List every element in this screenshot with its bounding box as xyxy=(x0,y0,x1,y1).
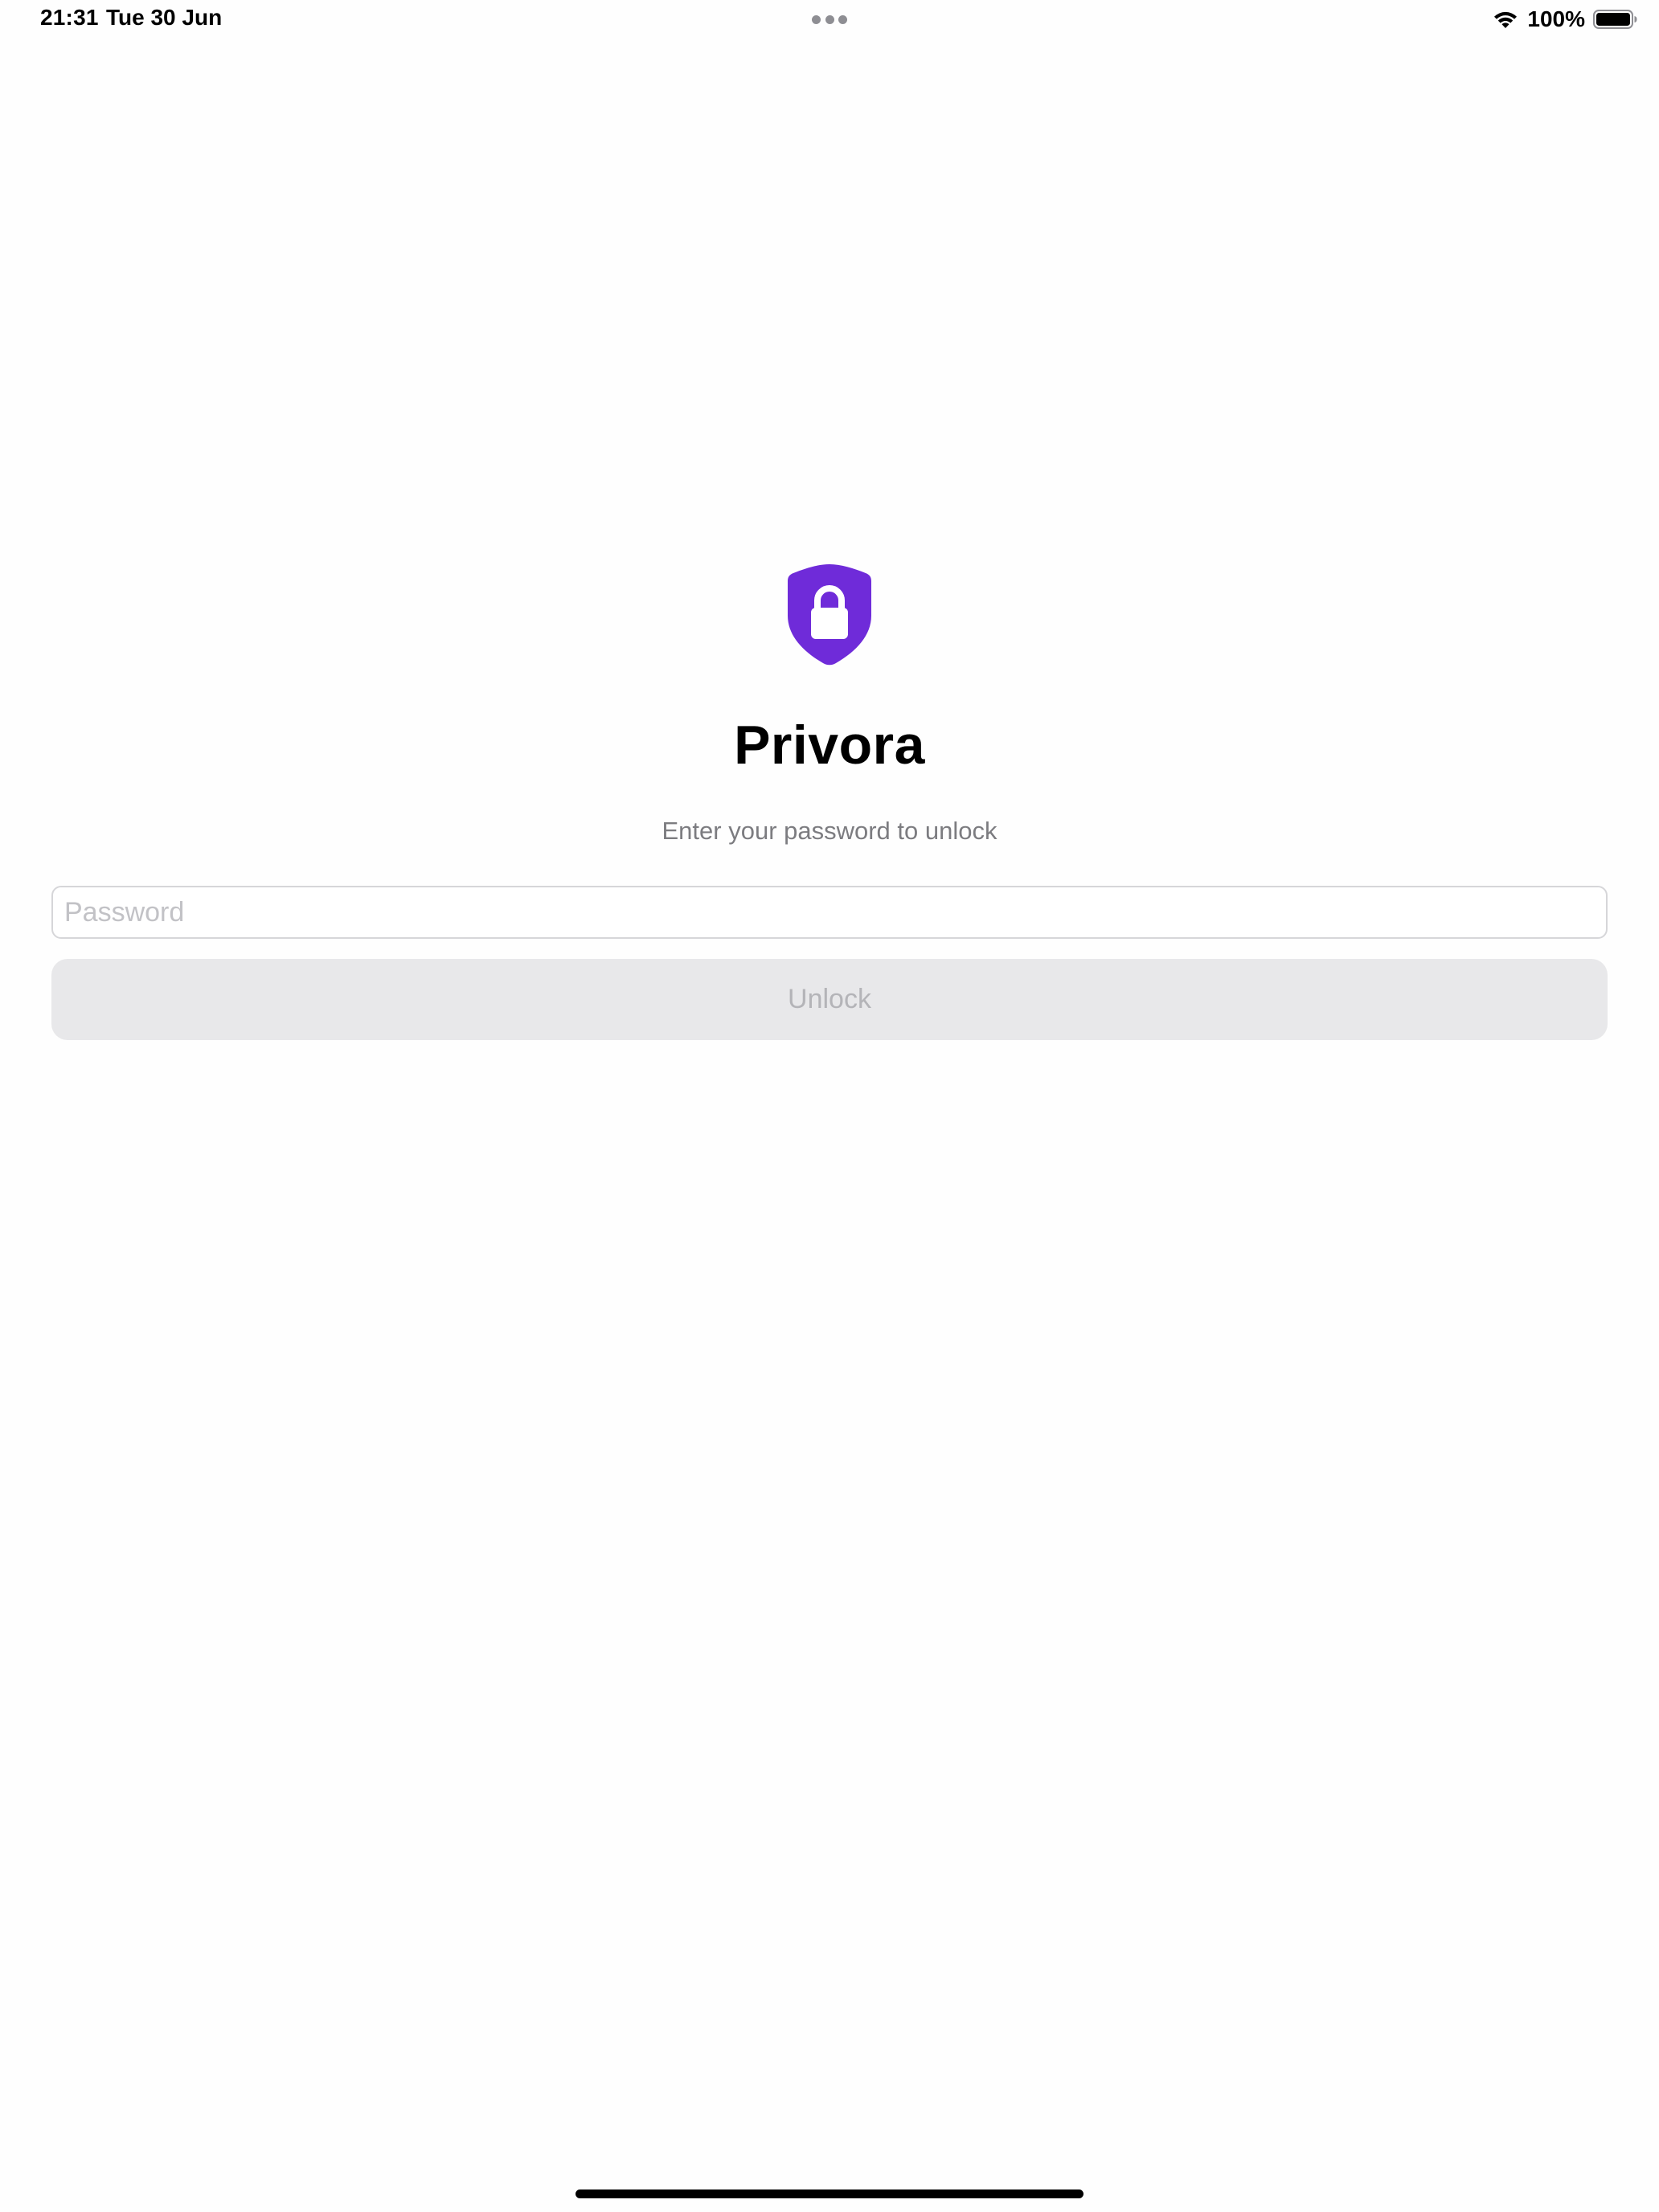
battery-percent: 100% xyxy=(1527,6,1585,31)
password-field[interactable] xyxy=(51,886,1608,939)
wifi-icon xyxy=(1494,11,1518,28)
status-date: Tue 30 Jun xyxy=(106,5,223,30)
status-bar: 21:31 Tue 30 Jun 100% xyxy=(0,0,1659,39)
shield-lock-icon xyxy=(788,564,871,666)
app-title: Privora xyxy=(734,715,925,776)
unlock-instructions: Enter your password to unlock xyxy=(662,817,997,845)
multitask-dots-icon[interactable] xyxy=(812,14,847,24)
lock-screen-page: 21:31 Tue 30 Jun 100% Privora Enter your… xyxy=(0,0,1659,2212)
status-right-group: 100% xyxy=(1492,5,1638,34)
home-indicator[interactable] xyxy=(576,2189,1083,2198)
status-time: 21:31 xyxy=(40,5,99,30)
unlock-button[interactable]: Unlock xyxy=(51,959,1608,1040)
battery-icon xyxy=(1593,10,1637,29)
